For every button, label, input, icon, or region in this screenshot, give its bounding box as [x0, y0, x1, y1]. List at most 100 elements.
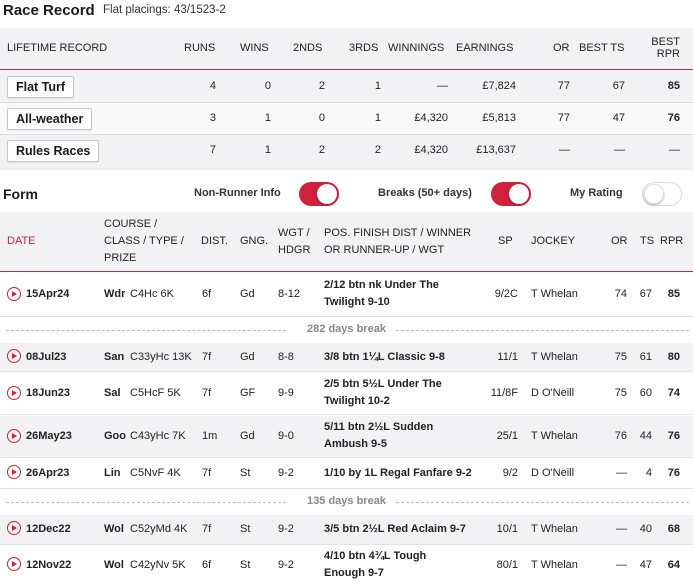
ts-rating: 40 — [639, 523, 652, 535]
play-video-icon[interactable] — [7, 429, 21, 443]
toggle-knob — [644, 184, 664, 204]
wins-value: 0 — [264, 80, 271, 92]
play-video-icon[interactable] — [7, 465, 21, 479]
finish-line-2[interactable]: Enough 9-7 — [324, 565, 384, 582]
course-name[interactable]: San — [104, 349, 124, 366]
jockey-name[interactable]: D O'Neill — [531, 465, 574, 482]
form-row: 12Nov22 Wol C42yNv 5K 6f St 9-2 4/10 btn… — [0, 546, 693, 588]
race-weight: 8-8 — [278, 351, 294, 363]
earnings-value: £13,637 — [476, 144, 516, 156]
non-runner-toggle[interactable] — [299, 182, 339, 206]
ts-rating: 47 — [639, 559, 652, 571]
race-going: St — [240, 467, 251, 479]
finish-line-1[interactable]: 3/5 btn 2½L Red Aclaim 9-7 — [324, 521, 466, 538]
form-row: 15Apr24 Wdr C4Hc 6K 6f Gd 8-12 2/12 btn … — [0, 273, 693, 317]
race-date[interactable]: 12Dec22 — [26, 521, 71, 538]
rpr-rating: 76 — [667, 430, 680, 442]
race-date[interactable]: 08Jul23 — [26, 349, 66, 366]
finish-line-1[interactable]: 5/11 btn 2½L Sudden — [324, 419, 433, 436]
race-distance: 7f — [202, 467, 212, 479]
col-3rds: 3RDS — [349, 42, 379, 54]
col-course-3: PRIZE — [104, 252, 137, 264]
2nds-value: 2 — [318, 80, 325, 92]
race-weight: 9-2 — [278, 523, 294, 535]
race-distance: 6f — [202, 288, 212, 300]
race-date[interactable]: 26May23 — [26, 428, 72, 445]
non-runner-label: Non-Runner Info — [194, 187, 281, 199]
finish-line-1[interactable]: 1/10 by 1L Regal Fanfare 9-2 — [324, 465, 472, 482]
col-wgt-2: HDGR — [278, 244, 311, 256]
course-name[interactable]: Wol — [104, 521, 124, 538]
race-class: C5HcF 5K — [130, 387, 181, 399]
race-class: C5NvF 4K — [130, 467, 181, 479]
jockey-name[interactable]: T Whelan — [531, 349, 578, 366]
or-value: — — [559, 144, 570, 156]
race-date[interactable]: 12Nov22 — [26, 557, 71, 574]
breaks-label: Breaks (50+ days) — [378, 187, 472, 199]
col-runs: RUNS — [184, 42, 216, 54]
race-class: C4Hc 6K — [130, 288, 175, 300]
jockey-name[interactable]: T Whelan — [531, 286, 578, 303]
jockey-name[interactable]: D O'Neill — [531, 385, 574, 402]
play-video-icon[interactable] — [7, 521, 21, 535]
course-name[interactable]: Lin — [104, 465, 121, 482]
or-rating: 76 — [614, 430, 627, 442]
finish-line-1[interactable]: 4/10 btn 4¾L Tough — [324, 548, 426, 565]
or-rating: 74 — [614, 288, 627, 300]
form-row: 08Jul23 San C33yHc 13K 7f Gd 8-8 3/8 btn… — [0, 343, 693, 372]
flat-turf-button[interactable]: Flat Turf — [7, 76, 75, 98]
col-course-1: COURSE / — [104, 218, 158, 230]
race-weight: 9-0 — [278, 430, 294, 442]
starting-price: 25/1 — [496, 430, 518, 442]
breaks-toggle[interactable] — [491, 182, 531, 206]
rules-races-button[interactable]: Rules Races — [7, 140, 100, 162]
finish-line-2[interactable]: Twilight 10-2 — [324, 393, 390, 410]
jockey-name[interactable]: T Whelan — [531, 521, 578, 538]
finish-line-1[interactable]: 3/8 btn 1¼L Classic 9-8 — [324, 349, 445, 366]
col-wgt-1: WGT / — [278, 227, 310, 239]
rpr-rating: 64 — [667, 559, 680, 571]
lifetime-row-all-weather: All-weather 3 1 0 1 £4,320 £5,813 77 47 … — [0, 103, 693, 135]
finish-line-2[interactable]: Twilight 9-10 — [324, 294, 390, 311]
race-class: C43yHc 7K — [130, 430, 186, 442]
all-weather-button[interactable]: All-weather — [7, 108, 93, 130]
2nds-value: 0 — [318, 112, 325, 124]
race-weight: 9-2 — [278, 467, 294, 479]
race-class: C42yNv 5K — [130, 559, 186, 571]
ts-rating: 67 — [639, 288, 652, 300]
col-dist: DIST. — [201, 235, 228, 247]
course-name[interactable]: Wdr — [104, 286, 125, 303]
jockey-name[interactable]: T Whelan — [531, 428, 578, 445]
race-date[interactable]: 26Apr23 — [26, 465, 69, 482]
race-date[interactable]: 15Apr24 — [26, 286, 69, 303]
race-date[interactable]: 18Jun23 — [26, 385, 70, 402]
col-best-ts: BEST TS — [579, 42, 625, 54]
my-rating-toggle[interactable] — [642, 182, 682, 206]
course-name[interactable]: Sal — [104, 385, 121, 402]
finish-line-2[interactable]: Ambush 9-5 — [324, 436, 387, 453]
course-name[interactable]: Wol — [104, 557, 124, 574]
jockey-name[interactable]: T Whelan — [531, 557, 578, 574]
col-jockey: JOCKEY — [531, 235, 576, 247]
play-video-icon[interactable] — [7, 557, 21, 571]
starting-price: 80/1 — [496, 559, 518, 571]
race-going: GF — [240, 387, 256, 399]
days-break-divider: 282 days break — [0, 318, 693, 342]
play-video-icon[interactable] — [7, 349, 21, 363]
or-rating: 75 — [614, 351, 627, 363]
race-going: Gd — [240, 430, 255, 442]
finish-line-1[interactable]: 2/12 btn nk Under The — [324, 277, 439, 294]
form-header-row: DATE COURSE / CLASS / TYPE / PRIZE DIST.… — [0, 212, 693, 272]
form-row: 26May23 Goo C43yHc 7K 1m Gd 9-0 5/11 btn… — [0, 416, 693, 458]
starting-price: 9/2C — [494, 288, 518, 300]
finish-line-1[interactable]: 2/5 btn 5½L Under The — [324, 376, 442, 393]
play-video-icon[interactable] — [7, 287, 21, 301]
course-name[interactable]: Goo — [104, 428, 126, 445]
lifetime-record-table: LIFETIME RECORD RUNS WINS 2NDS 3RDS WINN… — [0, 28, 693, 170]
play-video-icon[interactable] — [7, 386, 21, 400]
ts-value: — — [614, 144, 625, 156]
col-rpr: RPR — [660, 235, 684, 247]
rpr-value: 76 — [667, 112, 680, 124]
col-pos-1: POS. FINISH DIST / WINNER — [324, 227, 472, 239]
toggle-knob — [317, 184, 337, 204]
